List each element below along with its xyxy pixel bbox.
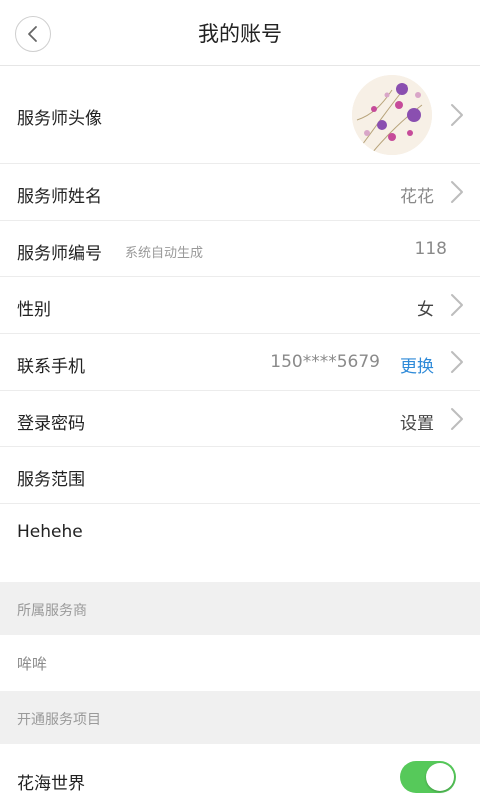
phone-row[interactable]: 联系手机 150****5679 更换 [0,334,480,391]
name-row[interactable]: 服务师姓名 花花 [0,164,480,221]
provider-section-header: 所属服务商 [0,582,480,635]
avatar-row[interactable]: 服务师头像 [0,66,480,164]
provider-value: 哞哞 [17,655,48,673]
password-value: 设置 [400,414,434,434]
toggle-knob [426,763,454,791]
scope-value: Hehehe [17,522,83,542]
scope-row[interactable]: 服务范围 [0,447,480,504]
services-section-header: 开通服务项目 [0,691,480,744]
phone-label: 联系手机 [17,357,85,377]
service-item-label: 花海世界 [17,774,85,794]
scope-label: 服务范围 [17,470,85,490]
avatar-label: 服务师头像 [17,109,102,129]
avatar[interactable] [352,75,432,155]
scope-value-row: Hehehe [0,504,480,582]
name-label: 服务师姓名 [17,187,102,207]
name-value: 花花 [400,187,434,207]
chevron-right-icon [451,294,463,316]
number-label: 服务师编号 [17,244,102,264]
chevron-right-icon [451,181,463,203]
chevron-right-icon [451,408,463,430]
provider-row: 哞哞 [0,635,480,691]
change-phone-link[interactable]: 更换 [400,352,434,377]
services-section-title: 开通服务项目 [17,712,101,728]
password-label: 登录密码 [17,414,85,434]
page-title: 我的账号 [198,22,282,46]
number-hint: 系统自动生成 [125,246,204,261]
gender-value: 女 [417,300,434,320]
number-row: 服务师编号 系统自动生成 118 [0,221,480,277]
service-toggle[interactable] [400,761,456,793]
gender-row[interactable]: 性别 女 [0,277,480,334]
chevron-right-icon [451,104,463,126]
service-item-row: 花海世界 [0,744,480,800]
password-row[interactable]: 登录密码 设置 [0,391,480,447]
top-bar: 我的账号 [0,0,480,66]
number-value: 118 [414,239,447,259]
gender-label: 性别 [17,300,51,320]
chevron-right-icon [451,351,463,373]
provider-section-title: 所属服务商 [17,603,87,619]
floral-avatar-image [352,75,432,155]
phone-value: 150****5679 [270,352,380,372]
